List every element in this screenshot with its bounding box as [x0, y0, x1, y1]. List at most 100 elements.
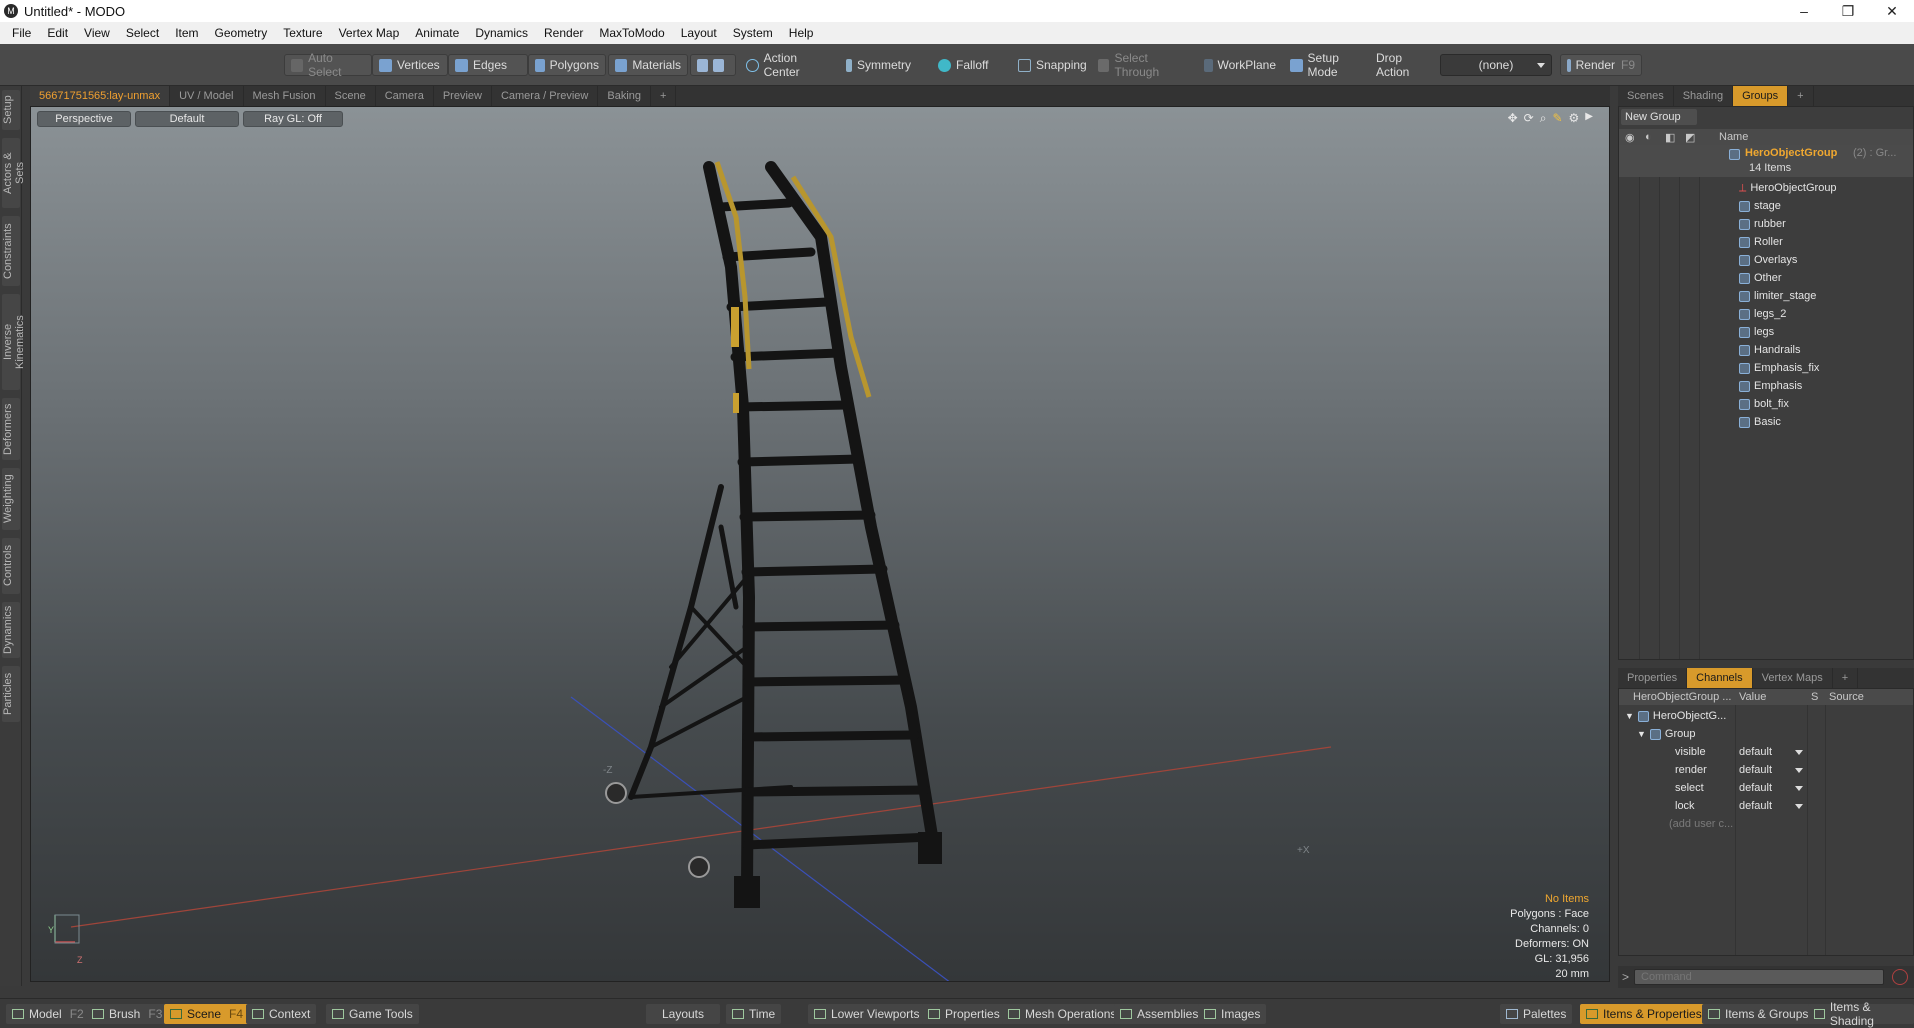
items-properties-button[interactable]: Items & Properties — [1580, 1004, 1708, 1024]
menu-maxtomodo[interactable]: MaxToModo — [591, 26, 672, 40]
vtab-inverse-kinematics[interactable]: Inverse Kinematics — [2, 294, 26, 390]
channel-value-select[interactable]: default — [1739, 779, 1805, 797]
time-button[interactable]: Time — [726, 1004, 782, 1024]
menu-dynamics[interactable]: Dynamics — [467, 26, 536, 40]
channel-value-render[interactable]: default — [1739, 761, 1805, 779]
vtab-setup[interactable]: Setup — [2, 90, 20, 130]
add-user-channel[interactable]: (add user c... — [1669, 815, 1733, 833]
menu-file[interactable]: File — [4, 26, 39, 40]
visibility-eye-icon[interactable]: ◉ — [1625, 131, 1635, 144]
tab-shading[interactable]: Shading — [1674, 86, 1734, 106]
menu-view[interactable]: View — [76, 26, 118, 40]
vtab-constraints[interactable]: Constraints — [2, 216, 20, 286]
new-group-button[interactable]: New Group — [1621, 109, 1697, 125]
add-panel-tab-button[interactable]: + — [1788, 86, 1814, 106]
auto-select-button[interactable]: Auto Select — [284, 51, 372, 79]
list-item[interactable]: bolt_fix — [1739, 395, 1789, 413]
game-tools-layout-button[interactable]: Game Tools — [326, 1004, 419, 1024]
items-groups-button[interactable]: Items & Groups — [1702, 1004, 1815, 1024]
select-through-button[interactable]: Select Through — [1092, 51, 1192, 79]
menu-geometry[interactable]: Geometry — [207, 26, 276, 40]
tab-scene[interactable]: Scene — [326, 86, 376, 106]
channel-root-row[interactable]: ▼ HeroObjectG... — [1625, 707, 1726, 725]
images-button[interactable]: Images — [1198, 1004, 1267, 1024]
lock-toggle-icon[interactable]: ◩ — [1685, 131, 1695, 144]
restore-button[interactable]: ❐ — [1826, 3, 1870, 20]
render-button[interactable]: Render F9 — [1560, 54, 1642, 76]
tab-scenes[interactable]: Scenes — [1618, 86, 1674, 106]
vtab-weighting[interactable]: Weighting — [2, 468, 20, 530]
list-item[interactable]: legs_2 — [1739, 305, 1786, 323]
vtab-actors-sets[interactable]: Actors & Sets — [2, 138, 26, 208]
close-button[interactable]: ✕ — [1870, 3, 1914, 20]
menu-texture[interactable]: Texture — [275, 26, 330, 40]
setup-mode-button[interactable]: Setup Mode — [1284, 51, 1376, 79]
menu-system[interactable]: System — [725, 26, 781, 40]
action-center-button[interactable]: Action Center — [740, 51, 840, 79]
items-shading-button[interactable]: Items & Shading — [1808, 1000, 1914, 1028]
select-toggle-icon[interactable]: ◧ — [1665, 131, 1675, 144]
lower-viewports-button[interactable]: Lower Viewports — [808, 1004, 926, 1024]
tab-layout-unmax[interactable]: 56671751565:lay-unmax — [30, 86, 171, 106]
list-item[interactable]: legs — [1739, 323, 1774, 341]
layouts-button[interactable]: Layouts — [646, 1004, 720, 1024]
list-item[interactable]: ⟂ HeroObjectGroup — [1739, 179, 1837, 197]
list-item[interactable]: stage — [1739, 197, 1781, 215]
tab-uv-model[interactable]: UV / Model — [170, 86, 244, 106]
polygons-button[interactable]: Polygons — [528, 54, 606, 76]
add-tab-button[interactable]: + — [651, 86, 677, 106]
scene-layout-button[interactable]: Scene F4 — [164, 1004, 250, 1024]
list-item[interactable]: Emphasis_fix — [1739, 359, 1819, 377]
list-item[interactable]: rubber — [1739, 215, 1786, 233]
menu-layout[interactable]: Layout — [673, 26, 725, 40]
edges-button[interactable]: Edges — [448, 54, 528, 76]
model-layout-button[interactable]: Model F2 — [6, 1004, 90, 1024]
falloff-button[interactable]: Falloff — [932, 54, 1002, 76]
tab-baking[interactable]: Baking — [598, 86, 652, 106]
channel-group-row[interactable]: ▼ Group — [1637, 725, 1696, 743]
tab-groups[interactable]: Groups — [1733, 86, 1789, 106]
record-icon[interactable] — [1892, 969, 1908, 985]
vtab-particles[interactable]: Particles — [2, 666, 20, 722]
list-item[interactable]: Overlays — [1739, 251, 1797, 269]
materials-button[interactable]: Materials — [608, 54, 688, 76]
3d-viewport[interactable]: Perspective Default Ray GL: Off ✥ ⟳ ⌕ ✎ … — [30, 106, 1610, 982]
menu-item[interactable]: Item — [167, 26, 206, 40]
expand-arrow-icon[interactable]: ▼ — [1625, 711, 1634, 721]
menu-help[interactable]: Help — [781, 26, 822, 40]
tab-properties[interactable]: Properties — [1618, 668, 1688, 688]
workplane-button[interactable]: WorkPlane — [1198, 54, 1282, 76]
channel-value-lock[interactable]: default — [1739, 797, 1805, 815]
context-layout-button[interactable]: Context — [246, 1004, 317, 1024]
drop-action-select[interactable]: (none) — [1440, 54, 1552, 76]
mesh-operations-button[interactable]: Mesh Operations — [1002, 1004, 1123, 1024]
menu-animate[interactable]: Animate — [407, 26, 467, 40]
list-item[interactable]: Other — [1739, 269, 1782, 287]
add-channels-tab-button[interactable]: + — [1833, 668, 1859, 688]
vertices-button[interactable]: Vertices — [372, 54, 448, 76]
list-item[interactable]: limiter_stage — [1739, 287, 1816, 305]
channel-value-visible[interactable]: default — [1739, 743, 1805, 761]
select-mode-toggles[interactable] — [690, 54, 736, 76]
minimize-button[interactable]: – — [1782, 3, 1826, 20]
list-item[interactable]: Basic — [1739, 413, 1781, 431]
tab-camera-preview[interactable]: Camera / Preview — [492, 86, 599, 106]
list-item[interactable]: Emphasis — [1739, 377, 1802, 395]
expand-arrow-icon[interactable]: ▼ — [1637, 729, 1646, 739]
menu-select[interactable]: Select — [118, 26, 167, 40]
menu-edit[interactable]: Edit — [39, 26, 76, 40]
menu-vertex-map[interactable]: Vertex Map — [331, 26, 408, 40]
root-group-row[interactable]: HeroObjectGroup (2) : Gr... 14 Items — [1619, 145, 1913, 177]
tab-channels[interactable]: Channels — [1687, 668, 1753, 688]
symmetry-button[interactable]: Symmetry — [840, 54, 926, 76]
command-input[interactable] — [1634, 969, 1884, 985]
vtab-controls[interactable]: Controls — [2, 538, 20, 594]
vtab-deformers[interactable]: Deformers — [2, 398, 20, 460]
render-toggle-icon[interactable]: ◐ — [1645, 131, 1652, 143]
snapping-button[interactable]: Snapping — [1012, 54, 1096, 76]
assemblies-button[interactable]: Assemblies — [1114, 1004, 1205, 1024]
tab-vertex-maps[interactable]: Vertex Maps — [1753, 668, 1833, 688]
list-item[interactable]: Handrails — [1739, 341, 1800, 359]
tab-mesh-fusion[interactable]: Mesh Fusion — [244, 86, 326, 106]
tab-camera[interactable]: Camera — [376, 86, 434, 106]
